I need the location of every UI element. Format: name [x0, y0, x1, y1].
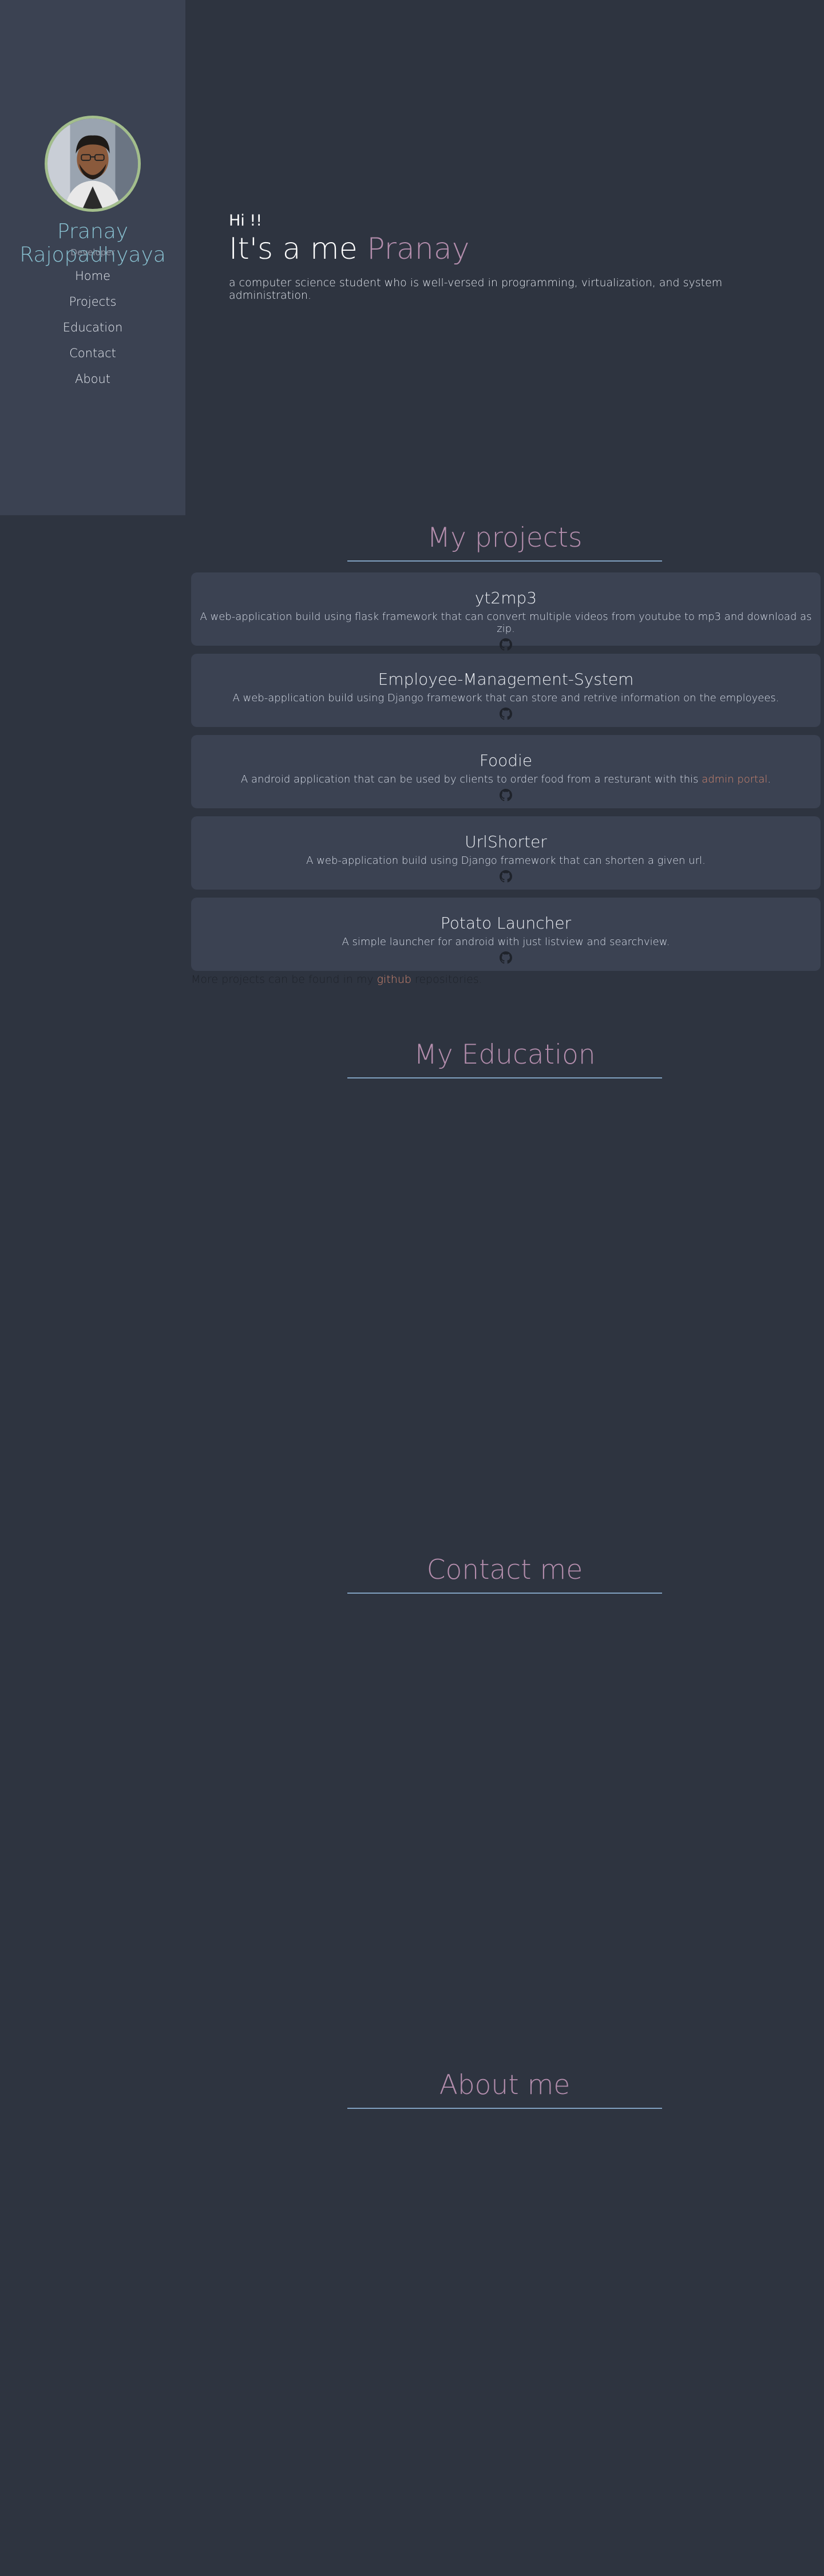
- contact-heading-rule: [347, 1593, 662, 1594]
- project-card-foodie[interactable]: Foodie A android application that can be…: [191, 735, 821, 808]
- more-projects-text: More projects can be found in my: [191, 973, 374, 986]
- projects-section-header: My projects: [185, 522, 824, 562]
- nav-link-home[interactable]: Home: [75, 269, 110, 283]
- github-icon[interactable]: [500, 708, 512, 720]
- hero-title: It's a me Pranay: [229, 232, 801, 266]
- project-description: A web-application build using Django fra…: [306, 855, 706, 867]
- education-heading-rule: [347, 1077, 662, 1078]
- about-section-header: About me: [185, 2069, 824, 2109]
- project-card-yt2mp3[interactable]: yt2mp3 A web-application build using fla…: [191, 572, 821, 651]
- avatar: [45, 116, 141, 212]
- avatar-photo-icon: [47, 118, 138, 209]
- about-heading-rule: [347, 2108, 662, 2109]
- project-description: A web-application build using Django fra…: [232, 692, 779, 704]
- project-title: Foodie: [479, 751, 533, 770]
- github-icon[interactable]: [500, 789, 512, 801]
- github-icon[interactable]: [500, 638, 512, 651]
- projects-heading: My projects: [427, 522, 583, 554]
- nav-item-home: Home: [0, 265, 185, 291]
- more-projects-note: More projects can be found in my github …: [191, 973, 482, 986]
- project-description: A simple launcher for android with just …: [342, 936, 670, 948]
- contact-section-header: Contact me: [185, 1554, 824, 1594]
- more-projects-text-end: repositories.: [414, 973, 482, 986]
- project-description: A android application that can be used b…: [191, 773, 821, 785]
- nav-item-about: About: [0, 368, 185, 394]
- project-description-text: A android application that can be used b…: [240, 773, 699, 785]
- admin-portal-link[interactable]: admin portal: [702, 773, 767, 785]
- project-title: UrlShorter: [465, 832, 547, 851]
- nav-link-projects[interactable]: Projects: [69, 295, 117, 309]
- hero-description: a computer science student who is well-v…: [229, 276, 723, 302]
- profile-role: Developer: [70, 247, 115, 258]
- nav-item-projects: Projects: [0, 291, 185, 317]
- nav-link-about[interactable]: About: [75, 372, 110, 386]
- project-card-urlshorter[interactable]: UrlShorter A web-application build using…: [191, 816, 821, 890]
- nav-link-education[interactable]: Education: [63, 321, 123, 334]
- project-title: Potato Launcher: [440, 914, 572, 933]
- project-card-employee-management-system[interactable]: Employee-Management-System A web-applica…: [191, 654, 821, 727]
- project-title: Employee-Management-System: [378, 670, 634, 689]
- github-icon[interactable]: [500, 951, 512, 964]
- sidebar: Pranay Rajopadhyaya Developer Home Proje…: [0, 0, 185, 515]
- hero-title-name: Pranay: [367, 232, 470, 266]
- project-description: A web-application build using flask fram…: [200, 611, 812, 635]
- project-list: yt2mp3 A web-application build using fla…: [191, 572, 821, 979]
- education-heading: My Education: [414, 1039, 596, 1070]
- hero: Hi !! It's a me Pranay a computer scienc…: [229, 212, 801, 302]
- project-description-end: .: [767, 773, 771, 785]
- profile-name: Pranay Rajopadhyaya: [19, 220, 166, 267]
- sidebar-nav: Home Projects Education Contact About: [0, 265, 185, 394]
- projects-heading-rule: [347, 560, 662, 562]
- nav-link-contact[interactable]: Contact: [69, 346, 116, 360]
- contact-heading: Contact me: [426, 1554, 583, 1586]
- education-section-header: My Education: [185, 1039, 824, 1078]
- about-heading: About me: [439, 2069, 571, 2101]
- hero-greeting: Hi !!: [229, 212, 263, 230]
- project-title: yt2mp3: [474, 588, 537, 607]
- github-icon[interactable]: [500, 870, 512, 883]
- nav-item-contact: Contact: [0, 342, 185, 368]
- github-link[interactable]: github: [377, 973, 411, 986]
- hero-title-prefix: It's a me: [229, 232, 358, 266]
- project-card-potato-launcher[interactable]: Potato Launcher A simple launcher for an…: [191, 898, 821, 971]
- nav-item-education: Education: [0, 317, 185, 342]
